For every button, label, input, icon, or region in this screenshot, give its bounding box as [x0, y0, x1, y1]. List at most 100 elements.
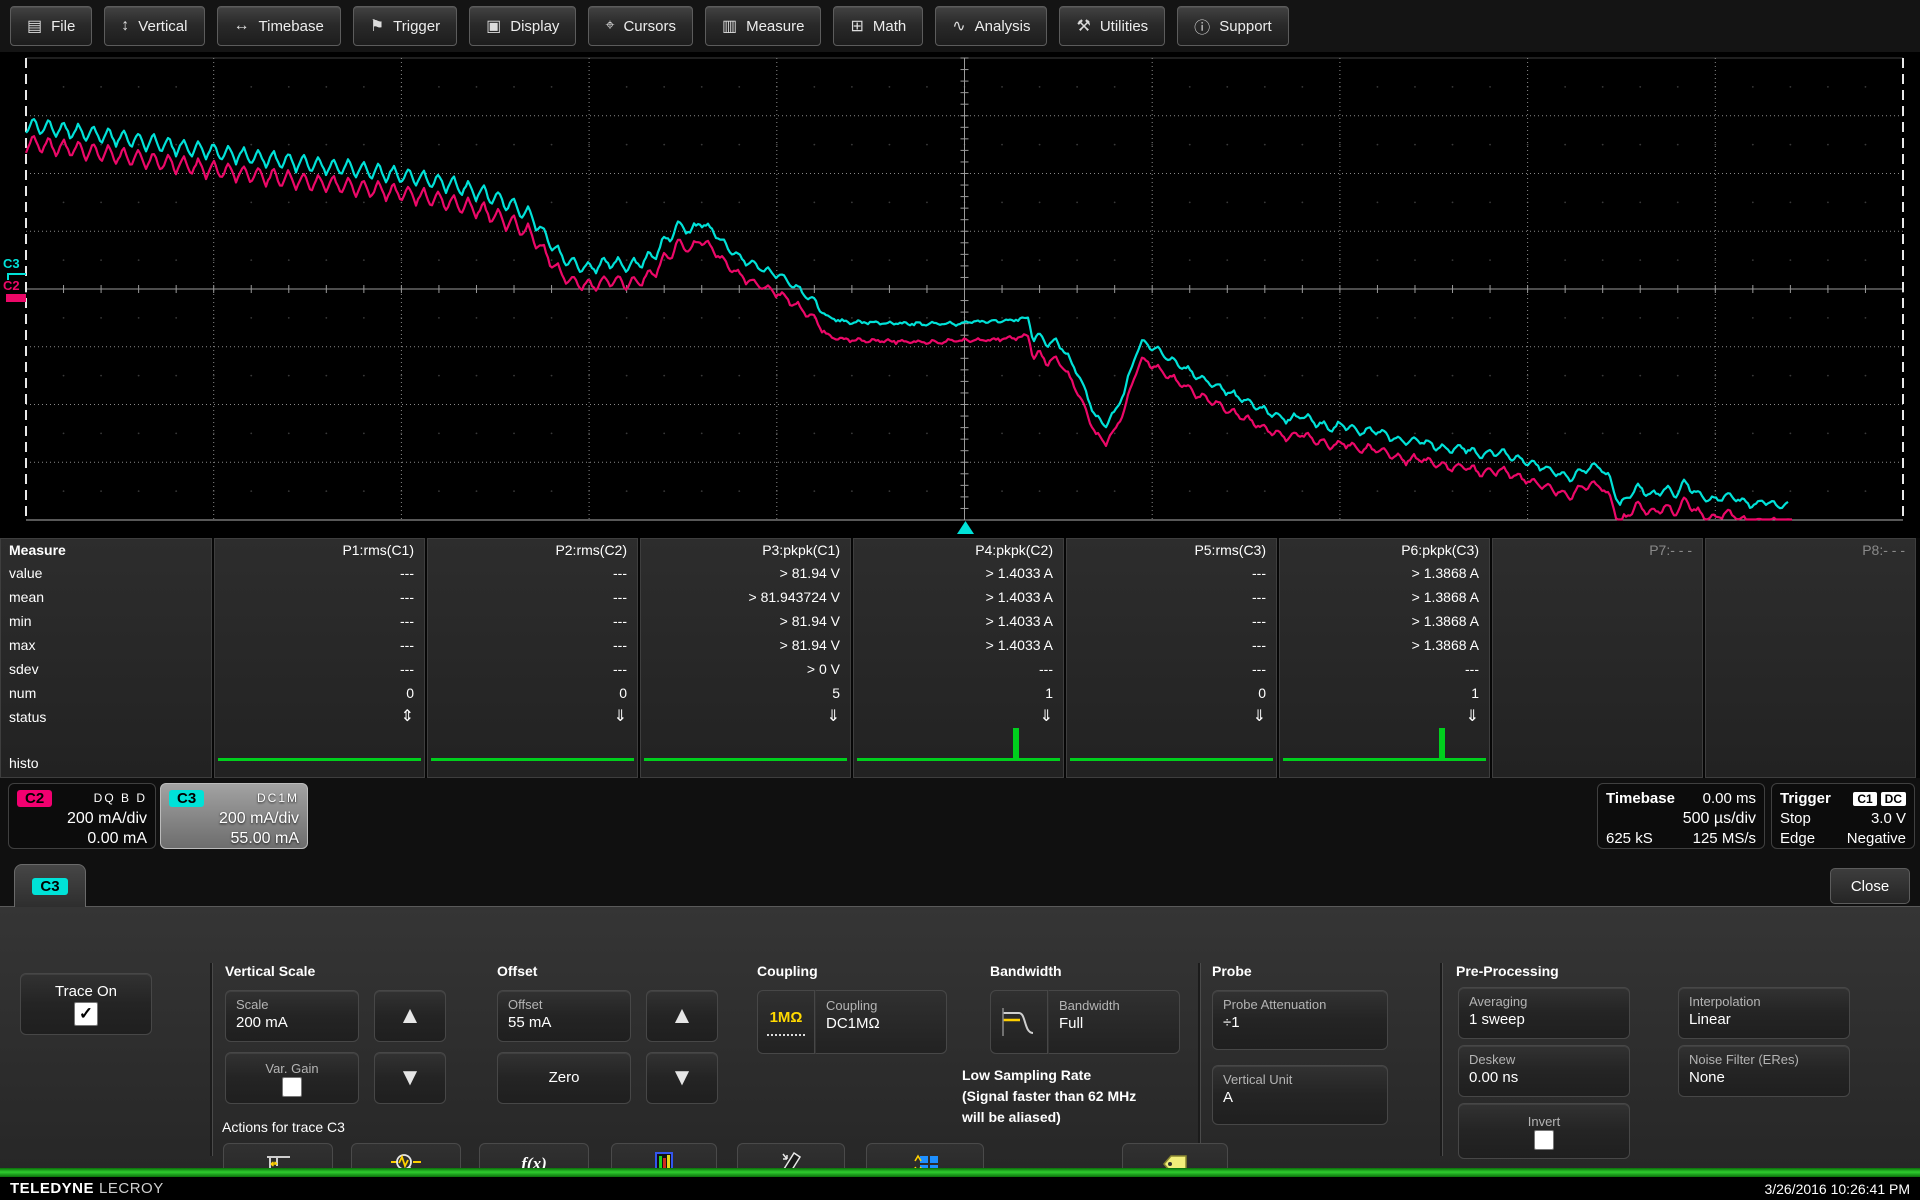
trigger-source-chip: C1 — [1853, 792, 1876, 806]
offset-down-button[interactable]: ▼ — [646, 1052, 718, 1104]
analysis-icon: ∿ — [952, 16, 965, 36]
menu-item-file[interactable]: ▤ File — [10, 6, 92, 46]
scale-button[interactable]: Scale 200 mA — [225, 990, 359, 1042]
measure-column-p6[interactable]: P6:pkpk(C3)> 1.3868 A> 1.3868 A> 1.3868 … — [1279, 538, 1490, 778]
menu-item-label: Measure — [746, 18, 804, 35]
measure-column-p5[interactable]: P5:rms(C3)---------------0⇓ — [1066, 538, 1277, 778]
scale-down-button[interactable]: ▼ — [374, 1052, 446, 1104]
trigger-box[interactable]: Trigger C1DC Stop 3.0 V Edge Negative — [1771, 783, 1915, 849]
down-arrow-icon: ▼ — [670, 1064, 694, 1092]
menu-item-vertical[interactable]: ↕Vertical — [104, 6, 204, 46]
invert-button[interactable]: Invert — [1458, 1103, 1630, 1159]
p6-sdev: --- — [1280, 657, 1489, 681]
p6-min: > 1.3868 A — [1280, 609, 1489, 633]
p1-min: --- — [215, 609, 424, 633]
trigger-level: 3.0 V — [1871, 809, 1906, 829]
measure-column-p7[interactable]: P7:- - - — [1492, 538, 1703, 778]
file-icon: ▤ — [27, 16, 42, 36]
p1-max: --- — [215, 633, 424, 657]
p3-status: ⇓ — [641, 705, 850, 729]
measure-column-p1[interactable]: P1:rms(C1)---------------0⇕ — [214, 538, 425, 778]
p7-max — [1493, 633, 1702, 657]
c2-scale: 200 mA/div — [17, 809, 147, 829]
scale-value: 200 mA — [236, 1013, 348, 1033]
offset-button[interactable]: Offset 55 mA — [497, 990, 631, 1042]
tab-c3[interactable]: C3 — [14, 864, 86, 907]
p8-status — [1706, 705, 1915, 729]
c2-zero-marker[interactable]: C2 — [3, 278, 20, 293]
averaging-label: Averaging — [1469, 993, 1619, 1010]
coupling-button[interactable]: 1MΩ Coupling DC1MΩ — [757, 990, 947, 1054]
row-label-sdev: sdev — [1, 657, 211, 681]
p1-sdev: --- — [215, 657, 424, 681]
offset-up-button[interactable]: ▲ — [646, 990, 718, 1042]
measure-column-p2[interactable]: P2:rms(C2)---------------0⇓ — [427, 538, 638, 778]
channel-box-c3[interactable]: C3 DC1M 200 mA/div 55.00 mA — [160, 783, 308, 849]
probe-attenuation-button[interactable]: Probe Attenuation ÷1 — [1212, 990, 1388, 1050]
offset-section-label: Offset — [497, 963, 537, 979]
menu-item-label: Timebase — [259, 18, 324, 35]
averaging-button[interactable]: Averaging 1 sweep — [1458, 987, 1630, 1039]
measure-row-labels: Measurevaluemeanminmaxsdevnumstatushisto — [0, 538, 212, 778]
menu-item-measure[interactable]: ▥Measure — [705, 6, 821, 46]
measure-column-p8[interactable]: P8:- - - — [1705, 538, 1916, 778]
c3-zero-marker[interactable]: C3 — [3, 256, 20, 271]
menu-item-timebase[interactable]: ↔Timebase — [217, 6, 341, 46]
p6-max: > 1.3868 A — [1280, 633, 1489, 657]
p5-mean: --- — [1067, 585, 1276, 609]
status-bar: TELEDYNELECROY 3/26/2016 10:26:41 PM — [0, 1177, 1920, 1200]
p5-header: P5:rms(C3) — [1067, 539, 1276, 561]
p2-value: --- — [428, 561, 637, 585]
menu-item-support[interactable]: ⓘSupport — [1177, 6, 1289, 46]
p5-value: --- — [1067, 561, 1276, 585]
menu-item-trigger[interactable]: ⚑Trigger — [353, 6, 457, 46]
p7-status — [1493, 705, 1702, 729]
deskew-button[interactable]: Deskew 0.00 ns — [1458, 1045, 1630, 1097]
vertical-unit-button[interactable]: Vertical Unit A — [1212, 1065, 1388, 1125]
scale-label: Scale — [236, 996, 348, 1013]
p6-num: 1 — [1280, 681, 1489, 705]
invert-checkbox[interactable] — [1534, 1130, 1554, 1150]
menu-item-utilities[interactable]: ⚒Utilities — [1059, 6, 1165, 46]
bandwidth-button[interactable]: Bandwidth Full — [990, 990, 1180, 1054]
trigger-mode: Stop — [1780, 809, 1811, 829]
close-label: Close — [1851, 878, 1889, 895]
menu-item-analysis[interactable]: ∿Analysis — [935, 6, 1047, 46]
close-button[interactable]: Close — [1830, 868, 1910, 904]
noise-filter-button[interactable]: Noise Filter (ERes) None — [1678, 1045, 1850, 1097]
coupling-section-label: Coupling — [757, 963, 818, 979]
menu-item-display[interactable]: ▣Display — [469, 6, 576, 46]
timebase-position: 0.00 ms — [1703, 790, 1756, 807]
histogram-baseline — [857, 758, 1060, 761]
noise-filter-value: None — [1689, 1068, 1839, 1088]
vertical-icon: ↕ — [121, 17, 129, 35]
preprocessing-section-label: Pre-Processing — [1456, 963, 1559, 979]
p2-status: ⇓ — [428, 705, 637, 729]
deskew-label: Deskew — [1469, 1051, 1619, 1068]
trace-on-button[interactable]: Trace On ✓ — [20, 973, 152, 1035]
trace-on-checkbox[interactable]: ✓ — [74, 1002, 98, 1026]
measure-column-p4[interactable]: P4:pkpk(C2)> 1.4033 A> 1.4033 A> 1.4033 … — [853, 538, 1064, 778]
menu-item-math[interactable]: ⊞Math — [833, 6, 923, 46]
p3-sdev: > 0 V — [641, 657, 850, 681]
trigger-type: Edge — [1780, 829, 1815, 849]
channel-box-c2[interactable]: C2 DQ B D 200 mA/div 0.00 mA — [8, 783, 156, 849]
var-gain-checkbox[interactable] — [282, 1077, 302, 1097]
timebase-box[interactable]: Timebase 0.00 ms 500 µs/div 625 kS 125 M… — [1597, 783, 1765, 849]
p5-min: --- — [1067, 609, 1276, 633]
measure-column-p3[interactable]: P3:pkpk(C1)> 81.94 V> 81.943724 V> 81.94… — [640, 538, 851, 778]
p8-value — [1706, 561, 1915, 585]
p8-mean — [1706, 585, 1915, 609]
waveform-display[interactable]: C3C2 — [0, 52, 1920, 538]
p2-min: --- — [428, 609, 637, 633]
menu-item-cursors[interactable]: ⌖Cursors — [588, 6, 693, 46]
var-gain-button[interactable]: Var. Gain — [225, 1052, 359, 1104]
divider — [1198, 963, 1201, 1156]
scale-up-button[interactable]: ▲ — [374, 990, 446, 1042]
menu-item-label: File — [51, 18, 75, 35]
var-gain-label: Var. Gain — [265, 1060, 318, 1077]
zero-button[interactable]: Zero — [497, 1052, 631, 1104]
interpolation-button[interactable]: Interpolation Linear — [1678, 987, 1850, 1039]
bandwidth-label: Bandwidth — [1059, 997, 1169, 1014]
row-label-min: min — [1, 609, 211, 633]
